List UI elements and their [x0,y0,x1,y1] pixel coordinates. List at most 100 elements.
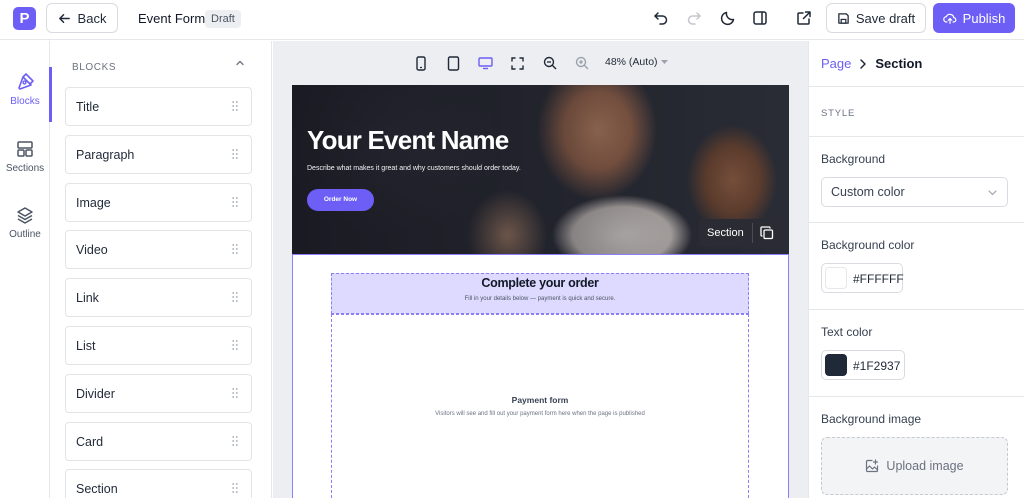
drag-handle-icon[interactable] [232,196,238,208]
top-bar: P Back Event Form Draft Save draft Publi… [0,0,1024,40]
block-item-divider[interactable]: Divider [65,373,252,413]
block-item-link[interactable]: Link [65,278,252,318]
block-item-label: Link [76,291,99,306]
background-color-input[interactable]: #FFFFFF [821,263,904,293]
mobile-icon[interactable] [413,55,429,71]
section-toolbar-chip[interactable]: Section [699,219,782,247]
chevron-right-icon [860,58,867,69]
divider [809,86,1024,87]
background-color-swatch[interactable] [825,267,847,289]
zoom-value: 48% (Auto) [605,56,658,68]
background-color-label: Background color [821,238,915,252]
undo-icon[interactable] [652,9,670,27]
rail-label-outline: Outline [9,229,41,240]
background-select[interactable]: Custom color [821,177,1008,207]
page-preview: Your Event Name Describe what makes it g… [292,85,789,498]
hero-subtitle[interactable]: Describe what makes it great and why cus… [307,165,521,172]
text-color-swatch[interactable] [825,354,847,376]
rail-item-sections[interactable]: Sections [0,139,50,174]
redo-icon[interactable] [685,9,703,27]
breadcrumb-page[interactable]: Page [821,56,851,71]
moon-icon[interactable] [719,9,737,27]
arrow-left-icon [58,13,70,23]
form-title[interactable]: Event Form [138,11,205,26]
block-item-list[interactable]: List [65,326,252,365]
block-item-label: Image [76,195,111,210]
text-color-input[interactable]: #1F2937 [821,350,905,380]
chip-separator [752,223,753,243]
payment-subtitle: Visitors will see and fill out your paym… [435,411,645,417]
image-plus-icon [866,459,879,473]
payment-title: Payment form [511,395,569,405]
drag-handle-icon[interactable] [232,291,238,303]
background-label: Background [821,152,886,166]
app-logo[interactable]: P [13,7,36,30]
divider [809,309,1024,310]
blocks-panel: BLOCKS Title Paragraph Image Video Link List D… [52,41,272,498]
divider [809,222,1024,223]
block-item-image[interactable]: Image [65,182,252,222]
background-color-hex: #FFFFFF [853,272,904,286]
hero-title[interactable]: Your Event Name [307,125,509,156]
upload-image-dropzone[interactable]: Upload image [821,437,1008,495]
block-item-label: Divider [76,386,115,401]
style-heading: STYLE [821,108,856,119]
block-item-title[interactable]: Title [65,87,252,126]
editor-canvas: 48% (Auto) Your Event Name Describe what… [273,41,808,498]
drag-handle-icon[interactable] [232,339,238,351]
background-image-label: Background image [821,412,922,426]
hero-image[interactable]: Your Event Name Describe what makes it g… [292,85,789,254]
cloud-upload-icon [942,13,957,24]
order-now-button[interactable]: Order Now [307,189,374,211]
blocks-header: BLOCKS [72,62,117,73]
drag-handle-icon[interactable] [232,387,238,399]
block-item-label: Title [76,100,100,114]
chevron-up-icon[interactable] [235,58,245,71]
block-item-card[interactable]: Card [65,421,252,461]
drag-handle-icon[interactable] [232,435,238,447]
order-title: Complete your order [481,276,599,290]
back-button[interactable]: Back [46,3,118,33]
left-rail: Blocks Sections Outline [0,41,50,498]
tablet-icon[interactable] [445,55,461,71]
rail-item-blocks[interactable]: Blocks [0,72,50,107]
divider [809,396,1024,397]
payment-form-placeholder[interactable]: Payment form Visitors will see and fill … [331,314,749,498]
inspector-panel: Page Section STYLE Background Custom col… [808,41,1024,498]
fullscreen-icon[interactable] [509,55,525,71]
zoom-out-icon[interactable] [542,55,558,71]
block-item-video[interactable]: Video [65,230,252,270]
zoom-in-icon[interactable] [574,55,590,71]
zoom-select[interactable]: 48% (Auto) [605,56,669,68]
block-item-label: Card [76,434,104,449]
layers-icon [17,207,33,224]
duplicate-icon[interactable] [760,226,774,240]
status-badge: Draft [205,10,241,28]
rail-item-outline[interactable]: Outline [0,205,50,240]
panel-toggle-icon[interactable] [751,9,769,27]
text-color-label: Text color [821,325,873,339]
upload-image-label: Upload image [886,459,964,473]
rail-label-blocks: Blocks [10,96,40,107]
block-item-section[interactable]: Section [65,469,252,498]
pen-tool-icon [18,73,34,90]
external-link-icon[interactable] [795,9,813,27]
save-draft-label: Save draft [855,10,916,26]
drag-handle-icon[interactable] [232,243,238,255]
drag-handle-icon[interactable] [232,482,238,494]
section-chip-label: Section [707,227,744,239]
order-header-block[interactable]: Complete your order Fill in your details… [331,273,749,314]
block-item-label: Section [76,482,118,497]
block-item-paragraph[interactable]: Paragraph [65,134,252,174]
drag-handle-icon[interactable] [232,100,238,112]
publish-label: Publish [962,10,1006,26]
chevron-down-icon [988,190,997,196]
desktop-icon[interactable] [477,55,493,71]
save-draft-button[interactable]: Save draft [826,3,926,33]
layout-icon [17,141,33,157]
block-item-label: Video [76,243,108,258]
drag-handle-icon[interactable] [232,148,238,160]
publish-button[interactable]: Publish [933,3,1015,33]
rail-label-sections: Sections [5,163,45,174]
canvas-toolbar: 48% (Auto) [273,41,808,85]
